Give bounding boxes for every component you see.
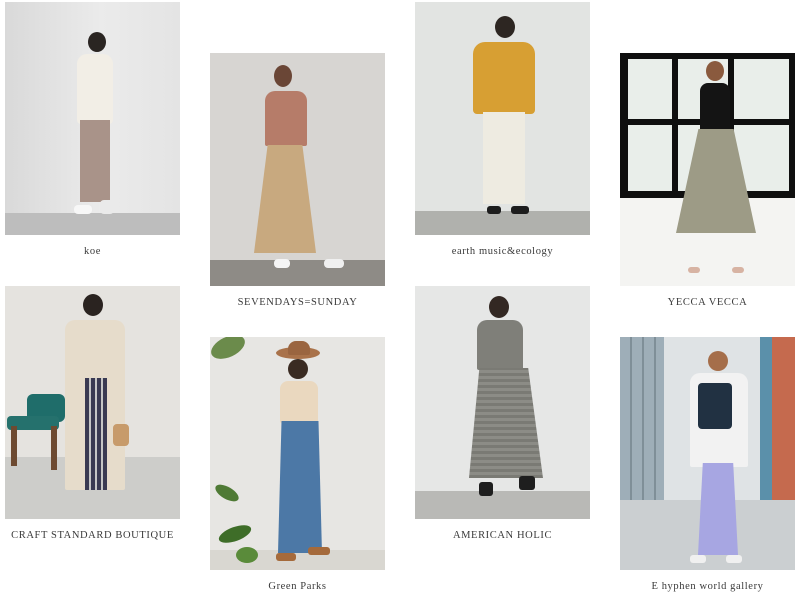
brand-name: CRAFT STANDARD BOUTIQUE <box>11 530 174 541</box>
model-photo-e-hyphen-world-gallery <box>620 337 795 570</box>
model-photo-sevendays-sunday <box>210 53 385 286</box>
brand-card-craft-standard-boutique[interactable]: CRAFT STANDARD BOUTIQUE <box>5 286 180 541</box>
brand-card-yecca-vecca[interactable]: YECCA VECCA <box>620 53 795 308</box>
brand-card-earth-music-ecology[interactable]: earth music&ecology <box>415 2 590 257</box>
brand-name: AMERICAN HOLIC <box>452 530 553 541</box>
brand-name: Green Parks <box>268 581 327 592</box>
model-photo-koe <box>5 2 180 235</box>
brand-card-koe[interactable]: koe <box>5 2 180 257</box>
model-photo-craft-standard-boutique <box>5 286 180 519</box>
brand-name: SEVENDAYS=SUNDAY <box>237 297 358 308</box>
brand-name: koe <box>84 246 101 257</box>
brand-name: E hyphen world gallery <box>651 581 764 592</box>
brand-card-green-parks[interactable]: Green Parks <box>210 337 385 592</box>
model-photo-american-holic <box>415 286 590 519</box>
brand-card-e-hyphen-world-gallery[interactable]: E hyphen world gallery <box>620 337 795 592</box>
brand-card-sevendays-sunday[interactable]: SEVENDAYS=SUNDAY <box>210 53 385 308</box>
model-photo-yecca-vecca <box>620 53 795 286</box>
brand-card-american-holic[interactable]: AMERICAN HOLIC <box>415 286 590 541</box>
model-photo-green-parks <box>210 337 385 570</box>
model-photo-earth-music-ecology <box>415 2 590 235</box>
brand-name: YECCA VECCA <box>667 297 748 308</box>
brand-name: earth music&ecology <box>451 246 554 257</box>
